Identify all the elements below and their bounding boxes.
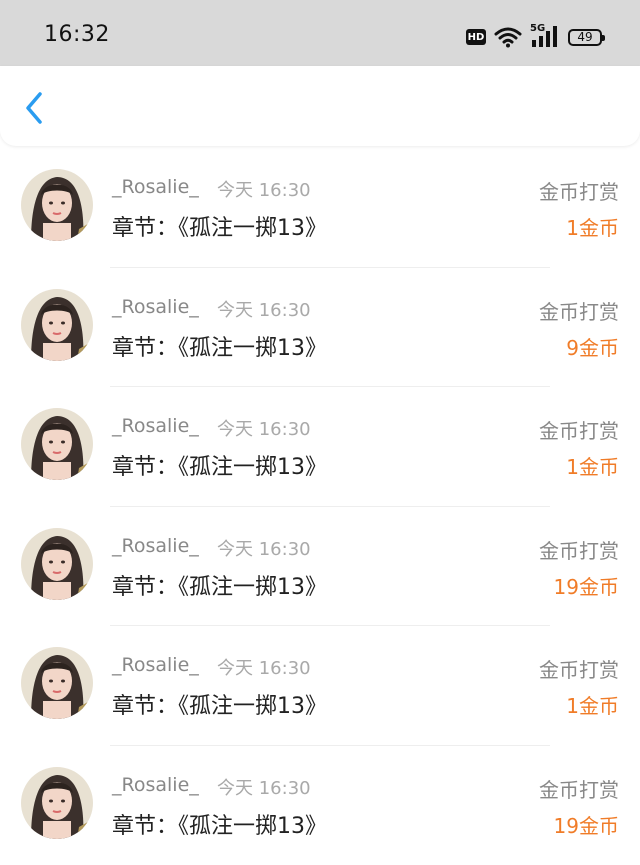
list-item[interactable]: _Rosalie_ 今天 16:30 章节：《孤注一掷13》 金币打赏 1金币 bbox=[0, 148, 640, 268]
signal-icon: 5G bbox=[530, 25, 560, 49]
avatar[interactable] bbox=[21, 289, 93, 361]
user-name: _Rosalie_ bbox=[112, 415, 199, 437]
reward-amount: 1金币 bbox=[566, 212, 619, 241]
status-icons: HD 5G 49 bbox=[466, 24, 602, 50]
reward-type: 金币打赏 bbox=[539, 654, 619, 683]
status-bar: 16:32 HD 5G 49 bbox=[0, 0, 640, 66]
list-item[interactable]: _Rosalie_ 今天 16:30 章节：《孤注一掷13》 金币打赏 1金币 bbox=[0, 626, 640, 746]
list-item[interactable]: _Rosalie_ 今天 16:30 章节：《孤注一掷13》 金币打赏 19金币 bbox=[0, 507, 640, 627]
chapter-title: 章节：《孤注一掷13》 bbox=[112, 688, 327, 720]
wifi-icon bbox=[494, 26, 522, 48]
user-name: _Rosalie_ bbox=[112, 774, 199, 796]
reward-type: 金币打赏 bbox=[539, 176, 619, 205]
chapter-title: 章节：《孤注一掷13》 bbox=[112, 569, 327, 601]
list-item[interactable]: _Rosalie_ 今天 16:30 章节：《孤注一掷13》 金币打赏 19金币 bbox=[0, 746, 640, 865]
avatar-image bbox=[21, 408, 93, 480]
chapter-title: 章节：《孤注一掷13》 bbox=[112, 330, 327, 362]
avatar[interactable] bbox=[21, 169, 93, 241]
reward-amount: 1金币 bbox=[566, 451, 619, 480]
user-name: _Rosalie_ bbox=[112, 654, 199, 676]
reward-amount: 19金币 bbox=[554, 810, 619, 839]
avatar-image bbox=[21, 647, 93, 719]
reward-amount: 19金币 bbox=[554, 571, 619, 600]
reward-type: 金币打赏 bbox=[539, 415, 619, 444]
battery-icon: 49 bbox=[568, 29, 602, 46]
timestamp: 今天 16:30 bbox=[217, 654, 311, 680]
timestamp: 今天 16:30 bbox=[217, 296, 311, 322]
reward-amount: 9金币 bbox=[566, 332, 619, 361]
reward-type: 金币打赏 bbox=[539, 774, 619, 803]
avatar-image bbox=[21, 169, 93, 241]
avatar-image bbox=[21, 767, 93, 839]
timestamp: 今天 16:30 bbox=[217, 535, 311, 561]
hd-icon: HD bbox=[466, 29, 486, 45]
chapter-title: 章节：《孤注一掷13》 bbox=[112, 210, 327, 242]
avatar[interactable] bbox=[21, 528, 93, 600]
timestamp: 今天 16:30 bbox=[217, 774, 311, 800]
reward-list: _Rosalie_ 今天 16:30 章节：《孤注一掷13》 金币打赏 1金币 … bbox=[0, 148, 640, 865]
avatar-image bbox=[21, 528, 93, 600]
avatar[interactable] bbox=[21, 408, 93, 480]
list-item[interactable]: _Rosalie_ 今天 16:30 章节：《孤注一掷13》 金币打赏 1金币 bbox=[0, 387, 640, 507]
user-name: _Rosalie_ bbox=[112, 176, 199, 198]
list-item[interactable]: _Rosalie_ 今天 16:30 章节：《孤注一掷13》 金币打赏 9金币 bbox=[0, 268, 640, 388]
reward-type: 金币打赏 bbox=[539, 535, 619, 564]
reward-amount: 1金币 bbox=[566, 690, 619, 719]
reward-type: 金币打赏 bbox=[539, 296, 619, 325]
chapter-title: 章节：《孤注一掷13》 bbox=[112, 449, 327, 481]
user-name: _Rosalie_ bbox=[112, 296, 199, 318]
avatar[interactable] bbox=[21, 767, 93, 839]
timestamp: 今天 16:30 bbox=[217, 176, 311, 202]
avatar[interactable] bbox=[21, 647, 93, 719]
chapter-title: 章节：《孤注一掷13》 bbox=[112, 808, 327, 840]
nav-bar bbox=[0, 66, 640, 146]
avatar-image bbox=[21, 289, 93, 361]
chevron-left-icon bbox=[20, 90, 50, 126]
status-time: 16:32 bbox=[44, 22, 110, 47]
user-name: _Rosalie_ bbox=[112, 535, 199, 557]
timestamp: 今天 16:30 bbox=[217, 415, 311, 441]
back-button[interactable] bbox=[20, 90, 50, 126]
